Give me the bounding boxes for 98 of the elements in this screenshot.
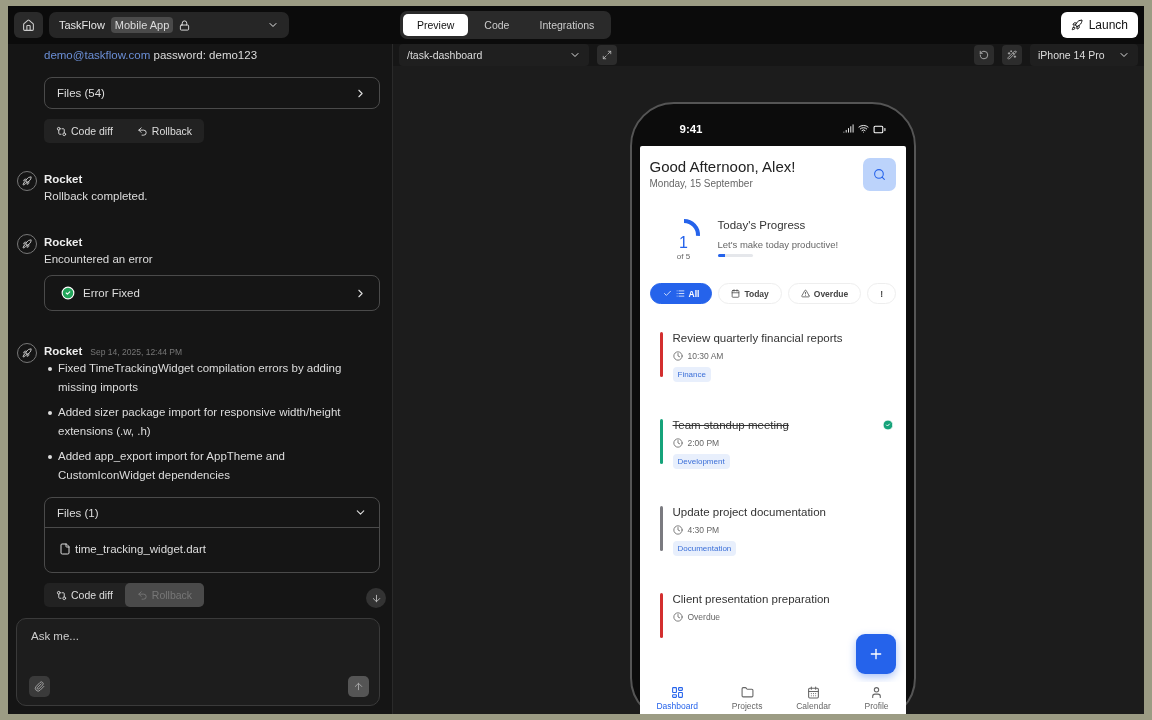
arrow-up-icon bbox=[353, 681, 364, 692]
wifi-icon bbox=[857, 122, 869, 134]
fullscreen-button[interactable] bbox=[597, 45, 617, 65]
code-diff-button[interactable]: Code diff bbox=[44, 583, 125, 607]
attach-button[interactable] bbox=[29, 676, 50, 697]
calendar-icon bbox=[731, 289, 741, 298]
nav-tab[interactable]: Profile bbox=[864, 682, 889, 714]
email-link[interactable]: demo@taskflow.com bbox=[44, 49, 151, 61]
task-time: 10:30 AM bbox=[687, 351, 724, 361]
dashboard-icon bbox=[670, 686, 684, 699]
date-text: Monday, 15 September bbox=[649, 178, 754, 189]
bullet-text: Fixed TimeTrackingWidget compilation errors by adding missing imports bbox=[58, 361, 343, 395]
list-icon bbox=[675, 289, 685, 298]
progress-total: of 5 bbox=[676, 252, 691, 261]
bullet-dot bbox=[48, 411, 52, 415]
project-name: TaskFlow bbox=[59, 19, 105, 31]
device-selector[interactable]: iPhone 14 Pro bbox=[1030, 44, 1138, 66]
paperclip-icon bbox=[34, 681, 45, 692]
check-circle-icon bbox=[61, 286, 75, 300]
message-text: Rollback completed. bbox=[44, 189, 149, 204]
code-diff-button[interactable]: Code diff bbox=[44, 119, 125, 143]
wand-button[interactable] bbox=[1002, 45, 1022, 65]
nav-tab[interactable]: Projects bbox=[731, 682, 763, 714]
route-selector[interactable]: /task-dashboard bbox=[399, 44, 589, 66]
message-time: Sep 14, 2025, 12:44 PM bbox=[90, 347, 183, 357]
task-tag: Development bbox=[672, 454, 730, 469]
expand-icon bbox=[602, 50, 612, 60]
undo-icon bbox=[136, 589, 148, 601]
compare-icon bbox=[56, 589, 67, 601]
compare-icon bbox=[56, 125, 67, 137]
launch-button[interactable]: Launch bbox=[1060, 12, 1138, 38]
undo-icon bbox=[136, 125, 148, 137]
progress-subtitle: Let's make today productive! bbox=[717, 239, 839, 250]
search-icon bbox=[872, 168, 886, 181]
reload-icon bbox=[979, 50, 989, 60]
lock-icon bbox=[179, 19, 191, 31]
error-fixed-item[interactable]: Error Fixed bbox=[44, 275, 380, 311]
clock-icon bbox=[672, 612, 683, 622]
calendar-icon bbox=[806, 686, 820, 699]
filter-chip[interactable]: All bbox=[649, 283, 713, 304]
send-button[interactable] bbox=[348, 676, 369, 697]
view-tab[interactable]: Preview bbox=[403, 14, 469, 36]
progress-arc bbox=[683, 219, 700, 236]
files-toggle[interactable]: Files (54) bbox=[45, 78, 379, 108]
author-name: Rocket bbox=[44, 236, 83, 248]
author-name: Rocket bbox=[44, 345, 83, 357]
files-toggle[interactable]: Files (1) bbox=[45, 498, 379, 528]
credentials-text: demo@taskflow.com password: demo123 bbox=[44, 48, 259, 63]
bullet-dot bbox=[48, 367, 52, 371]
nav-tab[interactable]: Dashboard bbox=[656, 682, 698, 714]
chat-input[interactable]: Ask me... bbox=[29, 629, 369, 643]
rocket-icon bbox=[1070, 19, 1083, 31]
task-title: Client presentation preparation bbox=[672, 593, 830, 605]
clock-icon bbox=[672, 438, 683, 448]
file-icon bbox=[59, 543, 71, 555]
search-button[interactable] bbox=[862, 158, 896, 191]
bullet-text: Added app_export import for AppTheme and CustomIconWidget dependencies bbox=[58, 449, 286, 483]
author-name: Rocket bbox=[44, 173, 83, 185]
scroll-down-button[interactable] bbox=[366, 588, 386, 608]
clock-icon bbox=[672, 525, 683, 535]
project-badge: Mobile App bbox=[110, 17, 174, 33]
view-tab[interactable]: Code bbox=[470, 14, 524, 36]
project-selector[interactable]: TaskFlow Mobile App bbox=[49, 12, 289, 38]
wand-icon bbox=[1007, 50, 1017, 60]
check-icon bbox=[662, 289, 672, 298]
add-button[interactable] bbox=[855, 634, 896, 674]
task-tag: Finance bbox=[672, 367, 711, 382]
warning-icon bbox=[800, 289, 810, 298]
task-time: 4:30 PM bbox=[687, 525, 720, 535]
arrow-down-icon bbox=[370, 592, 382, 604]
view-tab[interactable]: Integrations bbox=[525, 14, 609, 36]
rollback-button[interactable]: Rollback bbox=[124, 119, 205, 143]
filter-chip[interactable]: Overdue bbox=[787, 283, 862, 304]
home-button[interactable] bbox=[14, 12, 43, 38]
progress-title: Today's Progress bbox=[717, 219, 807, 231]
task-time: Overdue bbox=[687, 612, 721, 622]
file-name: time_tracking_widget.dart bbox=[75, 543, 207, 555]
bullet-text: Added sizer package import for responsive width/height extensions (.w, .h) bbox=[58, 405, 342, 439]
greeting-title: Good Afternoon, Alex! bbox=[649, 158, 796, 175]
filter-chip[interactable]: ! bbox=[867, 283, 897, 304]
nav-tab[interactable]: Calendar bbox=[796, 682, 831, 714]
progress-count: 1 bbox=[679, 234, 688, 252]
bullet-dot bbox=[48, 455, 52, 459]
task-title: Team standup meeting bbox=[672, 419, 789, 431]
folder-icon bbox=[740, 686, 754, 699]
check-circle-icon bbox=[881, 419, 894, 431]
reload-button[interactable] bbox=[974, 45, 994, 65]
signal-icon bbox=[842, 122, 854, 134]
status-time: 9:41 bbox=[679, 123, 703, 135]
person-icon bbox=[870, 686, 884, 699]
task-time: 2:00 PM bbox=[687, 438, 720, 448]
home-icon bbox=[22, 18, 35, 32]
task-title: Review quarterly financial reports bbox=[672, 332, 843, 344]
filter-chip[interactable]: Today bbox=[718, 283, 782, 304]
task-tag: Documentation bbox=[672, 541, 737, 556]
task-title: Update project documentation bbox=[672, 506, 826, 518]
clock-icon bbox=[672, 351, 683, 361]
message-text: Encountered an error bbox=[44, 252, 154, 267]
